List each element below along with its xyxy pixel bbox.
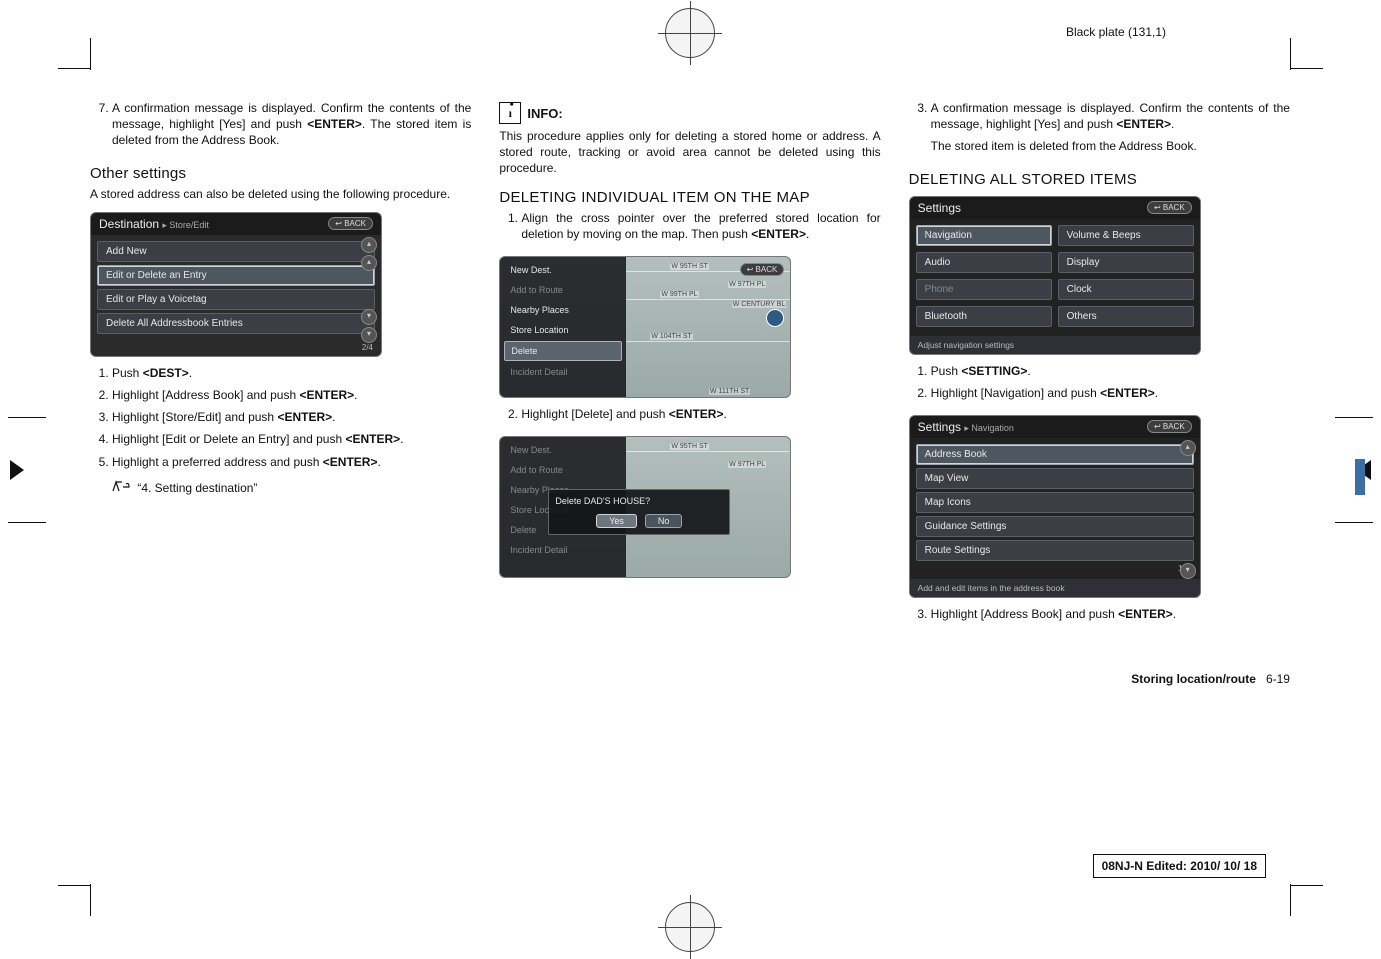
- column-1: A confirmation message is displayed. Con…: [90, 100, 471, 686]
- back-button[interactable]: ↩ BACK: [740, 263, 785, 276]
- back-button[interactable]: ↩ BACK: [1147, 201, 1192, 214]
- settings-audio[interactable]: Audio: [916, 252, 1052, 273]
- settings-bluetooth[interactable]: Bluetooth: [916, 306, 1052, 327]
- col1-step4: Highlight [Edit or Delete an Entry] and …: [112, 431, 471, 447]
- nav-map-view[interactable]: Map View: [916, 468, 1194, 489]
- confirm-dialog-title: Delete DAD'S HOUSE?: [555, 496, 723, 506]
- back-button[interactable]: ↩ BACK: [328, 217, 373, 230]
- menu-item-add-new[interactable]: Add New: [97, 241, 375, 262]
- settings-phone: Phone: [916, 279, 1052, 300]
- map-menu-incident-detail: Incident Detail: [504, 541, 622, 559]
- info-label: INFO:: [527, 106, 562, 121]
- screenshot-map-menu: W 95TH ST W 97TH PL W 99TH PL W CENTURY …: [499, 256, 791, 398]
- settings-help-text: Adjust navigation settings: [910, 336, 1200, 354]
- col2-step2: Highlight [Delete] and push <ENTER>.: [521, 406, 880, 422]
- deleting-all-heading: DELETING ALL STORED ITEMS: [909, 171, 1290, 188]
- crop-mark: [1290, 38, 1291, 70]
- map-menu-add-to-route: Add to Route: [504, 461, 622, 479]
- scroll-down-icon[interactable]: ▾: [361, 309, 377, 325]
- map-menu-incident-detail: Incident Detail: [504, 363, 622, 381]
- nav-route-settings[interactable]: Route Settings: [916, 540, 1194, 561]
- crop-mark: [1291, 68, 1323, 69]
- column-2: •ı INFO: This procedure applies only for…: [499, 100, 880, 686]
- map-menu-add-to-route: Add to Route: [504, 281, 622, 299]
- crop-mark: [1291, 885, 1323, 886]
- compass-icon[interactable]: [766, 309, 784, 327]
- col1-step1: Push <DEST>.: [112, 365, 471, 381]
- menu-item-edit-play-voicetag[interactable]: Edit or Play a Voicetag: [97, 289, 375, 310]
- screenshot-map-delete-confirm: W 95TH ST W 97TH PL New Dest. Add to Rou…: [499, 436, 791, 578]
- map-menu-new-dest: New Dest.: [504, 441, 622, 459]
- alignment-mark-right: [1335, 417, 1373, 537]
- other-settings-heading: Other settings: [90, 165, 471, 182]
- scroll-dot[interactable]: ▴: [361, 255, 377, 271]
- col1-step5: Highlight a preferred address and push <…: [112, 454, 471, 470]
- nav-map-icons[interactable]: Map Icons: [916, 492, 1194, 513]
- settings-navigation[interactable]: Navigation: [916, 225, 1052, 246]
- col3-step1: Push <SETTING>.: [931, 363, 1290, 379]
- col3-step2: Highlight [Navigation] and push <ENTER>.: [931, 385, 1290, 401]
- edit-stamp-box: 08NJ-N Edited: 2010/ 10/ 18: [1093, 854, 1266, 878]
- reference-icon: [112, 480, 130, 496]
- confirm-dialog: Delete DAD'S HOUSE? Yes No: [548, 489, 730, 535]
- info-text: This procedure applies only for deleting…: [499, 128, 880, 177]
- nav-address-book[interactable]: Address Book: [916, 444, 1194, 465]
- column-3: A confirmation message is displayed. Con…: [909, 100, 1290, 686]
- settings-others[interactable]: Others: [1058, 306, 1194, 327]
- screenshot-destination-store-edit: Destination ▸ Store/Edit ↩ BACK ▴ ▴ Add …: [90, 212, 382, 357]
- col2-step1: Align the cross pointer over the preferr…: [521, 210, 880, 242]
- nav-guidance-settings[interactable]: Guidance Settings: [916, 516, 1194, 537]
- dialog-yes-button[interactable]: Yes: [596, 514, 637, 528]
- page-body: A confirmation message is displayed. Con…: [90, 70, 1290, 890]
- crop-mark: [1290, 884, 1291, 916]
- col1-step3: Highlight [Store/Edit] and push <ENTER>.: [112, 409, 471, 425]
- plate-label: Black plate (131,1): [1066, 25, 1166, 39]
- other-settings-text: A stored address can also be deleted usi…: [90, 186, 471, 202]
- menu-item-edit-delete-entry[interactable]: Edit or Delete an Entry: [97, 265, 375, 286]
- map-menu-store-location[interactable]: Store Location: [504, 321, 622, 339]
- col3-step3: A confirmation message is displayed. Con…: [931, 100, 1290, 155]
- scroll-dot[interactable]: ▾: [361, 327, 377, 343]
- screenshot-settings: Settings ↩ BACK Navigation Audio Phone B…: [909, 196, 1201, 355]
- scroll-down-icon[interactable]: ▾: [1180, 563, 1196, 579]
- dialog-no-button[interactable]: No: [645, 514, 683, 528]
- registration-target-bottom: [665, 902, 715, 952]
- crop-mark: [90, 38, 91, 70]
- crop-mark: [58, 885, 90, 886]
- nav-help-text: Add and edit items in the address book: [910, 579, 1200, 597]
- map-menu-nearby-places[interactable]: Nearby Places: [504, 301, 622, 319]
- settings-display[interactable]: Display: [1058, 252, 1194, 273]
- bleed-tab: [1355, 459, 1365, 495]
- crop-mark: [58, 68, 90, 69]
- page-indicator: 1/13: [916, 564, 1194, 573]
- map-menu-delete[interactable]: Delete: [504, 341, 622, 361]
- reference-link: “4. Setting destination”: [112, 480, 471, 497]
- scroll-up-icon[interactable]: ▴: [1180, 440, 1196, 456]
- alignment-mark-left: [8, 417, 46, 537]
- deleting-individual-heading: DELETING INDIVIDUAL ITEM ON THE MAP: [499, 189, 880, 206]
- col1-step7: A confirmation message is displayed. Con…: [112, 100, 471, 149]
- page-indicator: 2/4: [91, 343, 381, 356]
- settings-volume-beeps[interactable]: Volume & Beeps: [1058, 225, 1194, 246]
- settings-clock[interactable]: Clock: [1058, 279, 1194, 300]
- menu-item-delete-all-addressbook[interactable]: Delete All Addressbook Entries: [97, 313, 375, 334]
- col3-step3c: Highlight [Address Book] and push <ENTER…: [931, 606, 1290, 622]
- map-menu-new-dest[interactable]: New Dest.: [504, 261, 622, 279]
- screenshot-settings-navigation: Settings ▸ Navigation ↩ BACK ▴ Address B…: [909, 415, 1201, 598]
- scroll-up-icon[interactable]: ▴: [361, 237, 377, 253]
- back-button[interactable]: ↩ BACK: [1147, 420, 1192, 433]
- section-footer: Storing location/route 6-19: [909, 672, 1290, 686]
- col1-step2: Highlight [Address Book] and push <ENTER…: [112, 387, 471, 403]
- registration-target-top: [665, 8, 715, 58]
- info-icon: •ı: [499, 102, 521, 124]
